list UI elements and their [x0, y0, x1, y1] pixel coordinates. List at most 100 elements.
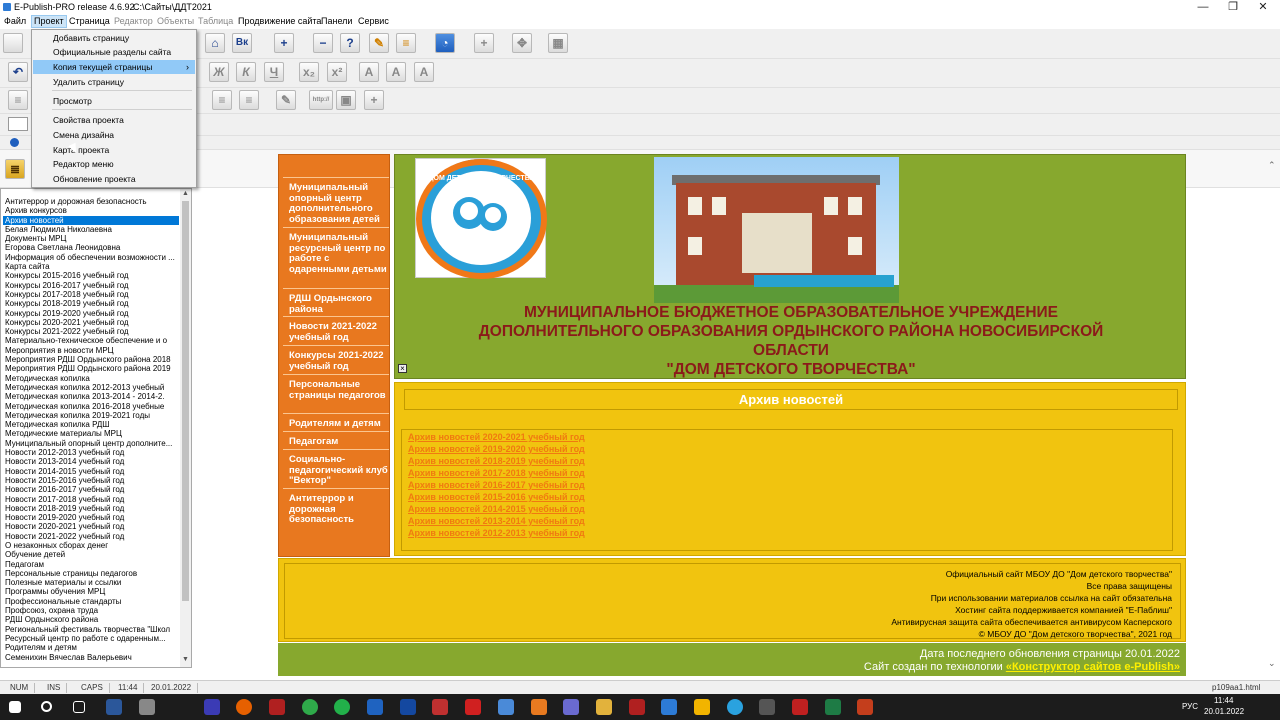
- app-icon[interactable]: [629, 699, 645, 715]
- page-list-item[interactable]: Егорова Светлана Леонидовна: [3, 243, 179, 252]
- page-list-item[interactable]: Карта сайта: [3, 262, 179, 271]
- page-list-item[interactable]: Конкурсы 2021-2022 учебный год: [3, 327, 179, 336]
- pages-scrollbar[interactable]: ▲ ▼: [180, 189, 191, 667]
- page-list-item[interactable]: Мероприятия РДШ Ордынского района 2018: [3, 355, 179, 364]
- superscript-icon[interactable]: x²: [327, 62, 347, 82]
- menu-item-delete-page[interactable]: Удалить страницу: [33, 75, 195, 89]
- site-nav-item[interactable]: Муниципальный опорный центр дополнительн…: [289, 182, 389, 225]
- menu-panels[interactable]: Панели: [321, 16, 352, 26]
- font-bg-icon[interactable]: A: [414, 62, 434, 82]
- page-list-item[interactable]: Муниципальный опорный центр дополните...: [3, 439, 179, 448]
- page-list-item[interactable]: Архив конкурсов: [3, 206, 179, 215]
- outdent-icon[interactable]: ≡: [239, 90, 259, 110]
- archive-link[interactable]: Архив новостей 2018-2019 учебный год: [408, 456, 585, 466]
- archive-link[interactable]: Архив новостей 2016-2017 учебный год: [408, 480, 585, 490]
- app-icon[interactable]: [139, 699, 155, 715]
- close-window-button[interactable]: ✕: [1248, 0, 1278, 14]
- app-icon[interactable]: [334, 699, 350, 715]
- page-list-item[interactable]: Новости 2020-2021 учебный год: [3, 522, 179, 531]
- menu-item-update-project[interactable]: Обновление проекта: [33, 172, 195, 186]
- page-list-item[interactable]: Новости 2014-2015 учебный год: [3, 467, 179, 476]
- scroll-up-icon[interactable]: ▲: [181, 190, 190, 200]
- page-list-item[interactable]: Белая Людмила Николаевна: [3, 225, 179, 234]
- page-list-item[interactable]: Новости 2016-2017 учебный год: [3, 485, 179, 494]
- page-list-item[interactable]: Новости 2019-2020 учебный год: [3, 513, 179, 522]
- epublish-taskbar-icon[interactable]: [694, 699, 710, 715]
- clock-date[interactable]: 20.01.2022: [1204, 707, 1244, 716]
- site-nav-item[interactable]: РДШ Ордынского района: [289, 293, 389, 315]
- page-list-item[interactable]: Новости 2013-2014 учебный год: [3, 457, 179, 466]
- menu-page[interactable]: Страница: [69, 16, 110, 26]
- page-list-item[interactable]: Персональные страницы педагогов: [3, 569, 179, 578]
- archive-link[interactable]: Архив новостей 2019-2020 учебный год: [408, 444, 585, 454]
- app-icon[interactable]: [759, 699, 775, 715]
- page-list-item[interactable]: Конкурсы 2019-2020 учебный год: [3, 309, 179, 318]
- site-nav-item[interactable]: Персональные страницы педагогов: [289, 379, 389, 401]
- restore-button[interactable]: ❐: [1218, 0, 1248, 14]
- page-list-item[interactable]: Конкурсы 2015-2016 учебный год: [3, 271, 179, 280]
- site-nav-item[interactable]: Социально-педагогический клуб "Вектор": [289, 454, 389, 487]
- page-list-item[interactable]: Методическая копилка 2016-2018 учебные: [3, 402, 179, 411]
- page-list-item[interactable]: Родителям и детям: [3, 643, 179, 652]
- page-list-item[interactable]: О незаконных сборах денег: [3, 541, 179, 550]
- site-nav-item[interactable]: Конкурсы 2021-2022 учебный год: [289, 350, 389, 372]
- archive-link[interactable]: Архив новостей 2014-2015 учебный год: [408, 504, 585, 514]
- menu-file[interactable]: Файл: [4, 16, 26, 26]
- help-icon[interactable]: ?: [340, 33, 360, 53]
- page-list-item[interactable]: Новости 2018-2019 учебный год: [3, 504, 179, 513]
- minimize-button[interactable]: —: [1188, 0, 1218, 14]
- subscript-icon[interactable]: x₂: [299, 62, 319, 82]
- image-icon[interactable]: ▣: [336, 90, 356, 110]
- page-list-item[interactable]: Ресурсный центр по работе с одаренным...: [3, 634, 179, 643]
- align-left-icon[interactable]: ≡: [8, 90, 28, 110]
- app-icon[interactable]: [661, 699, 677, 715]
- menu-item-change-design[interactable]: Смена дизайна: [33, 128, 195, 142]
- site-nav-item[interactable]: Родителям и детям: [289, 418, 389, 430]
- archive-link[interactable]: Архив новостей 2012-2013 учебный год: [408, 528, 585, 538]
- underline-icon[interactable]: Ч: [264, 62, 284, 82]
- menu-item-menu-editor[interactable]: Редактор меню: [33, 157, 195, 171]
- menu-objects[interactable]: Объекты: [157, 16, 194, 26]
- folder-icon[interactable]: [596, 699, 612, 715]
- insert-icon[interactable]: +: [474, 33, 494, 53]
- archive-link[interactable]: Архив новостей 2020-2021 учебный год: [408, 432, 585, 442]
- page-list-item[interactable]: Методическая копилка: [3, 374, 179, 383]
- scroll-down-icon[interactable]: ▼: [181, 656, 190, 666]
- site-nav-item[interactable]: Антитеррор и дорожная безопасность: [289, 493, 389, 526]
- page-list-item[interactable]: Новости 2015-2016 учебный год: [3, 476, 179, 485]
- site-nav-item[interactable]: Муниципальный ресурсный центр по работе …: [289, 232, 389, 275]
- firefox-icon[interactable]: [236, 699, 252, 715]
- page-list-item[interactable]: Семенихин Вячеслав Валерьевич: [3, 653, 179, 662]
- app-icon[interactable]: [367, 699, 383, 715]
- page-list-item[interactable]: Обучение детей: [3, 550, 179, 559]
- excel-icon[interactable]: [825, 699, 841, 715]
- page-list-item[interactable]: Антитеррор и дорожная безопасность: [3, 197, 179, 206]
- app-icon[interactable]: [498, 699, 514, 715]
- rss-icon[interactable]: ◔: [435, 33, 455, 53]
- page-list-item[interactable]: Профессиональные стандарты: [3, 597, 179, 606]
- menu-item-project-map[interactable]: Карта проекта: [33, 143, 195, 157]
- bold-icon[interactable]: Ж: [209, 62, 229, 82]
- app-icon[interactable]: [563, 699, 579, 715]
- page-list-item[interactable]: Конкурсы 2016-2017 учебный год: [3, 281, 179, 290]
- page-list-item[interactable]: Профсоюз, охрана труда: [3, 606, 179, 615]
- list-icon[interactable]: ≡: [396, 33, 416, 53]
- scroll-up-icon[interactable]: ⌃: [1268, 160, 1276, 171]
- format-icon[interactable]: ✎: [276, 90, 296, 110]
- site-nav-item[interactable]: Новости 2021-2022 учебный год: [289, 321, 389, 343]
- nav-back-icon[interactable]: [10, 138, 19, 147]
- style-select[interactable]: [8, 117, 28, 131]
- italic-icon[interactable]: К: [236, 62, 256, 82]
- new-page-icon[interactable]: [3, 33, 23, 53]
- archive-link[interactable]: Архив новостей 2013-2014 учебный год: [408, 516, 585, 526]
- app-icon[interactable]: [269, 699, 285, 715]
- page-list-item[interactable]: Архив новостей: [3, 215, 179, 225]
- page-list-item[interactable]: Методическая копилка 2012-2013 учебный: [3, 383, 179, 392]
- app-icon[interactable]: [792, 699, 808, 715]
- menu-item-add-page[interactable]: Добавить страницу: [33, 31, 195, 45]
- table-icon[interactable]: ▦: [548, 33, 568, 53]
- archive-link[interactable]: Архив новостей 2017-2018 учебный год: [408, 468, 585, 478]
- site-nav-item[interactable]: Педагогам: [289, 436, 389, 448]
- page-list-item[interactable]: Материально-техническое обеспечение и о: [3, 336, 179, 345]
- add-icon[interactable]: +: [274, 33, 294, 53]
